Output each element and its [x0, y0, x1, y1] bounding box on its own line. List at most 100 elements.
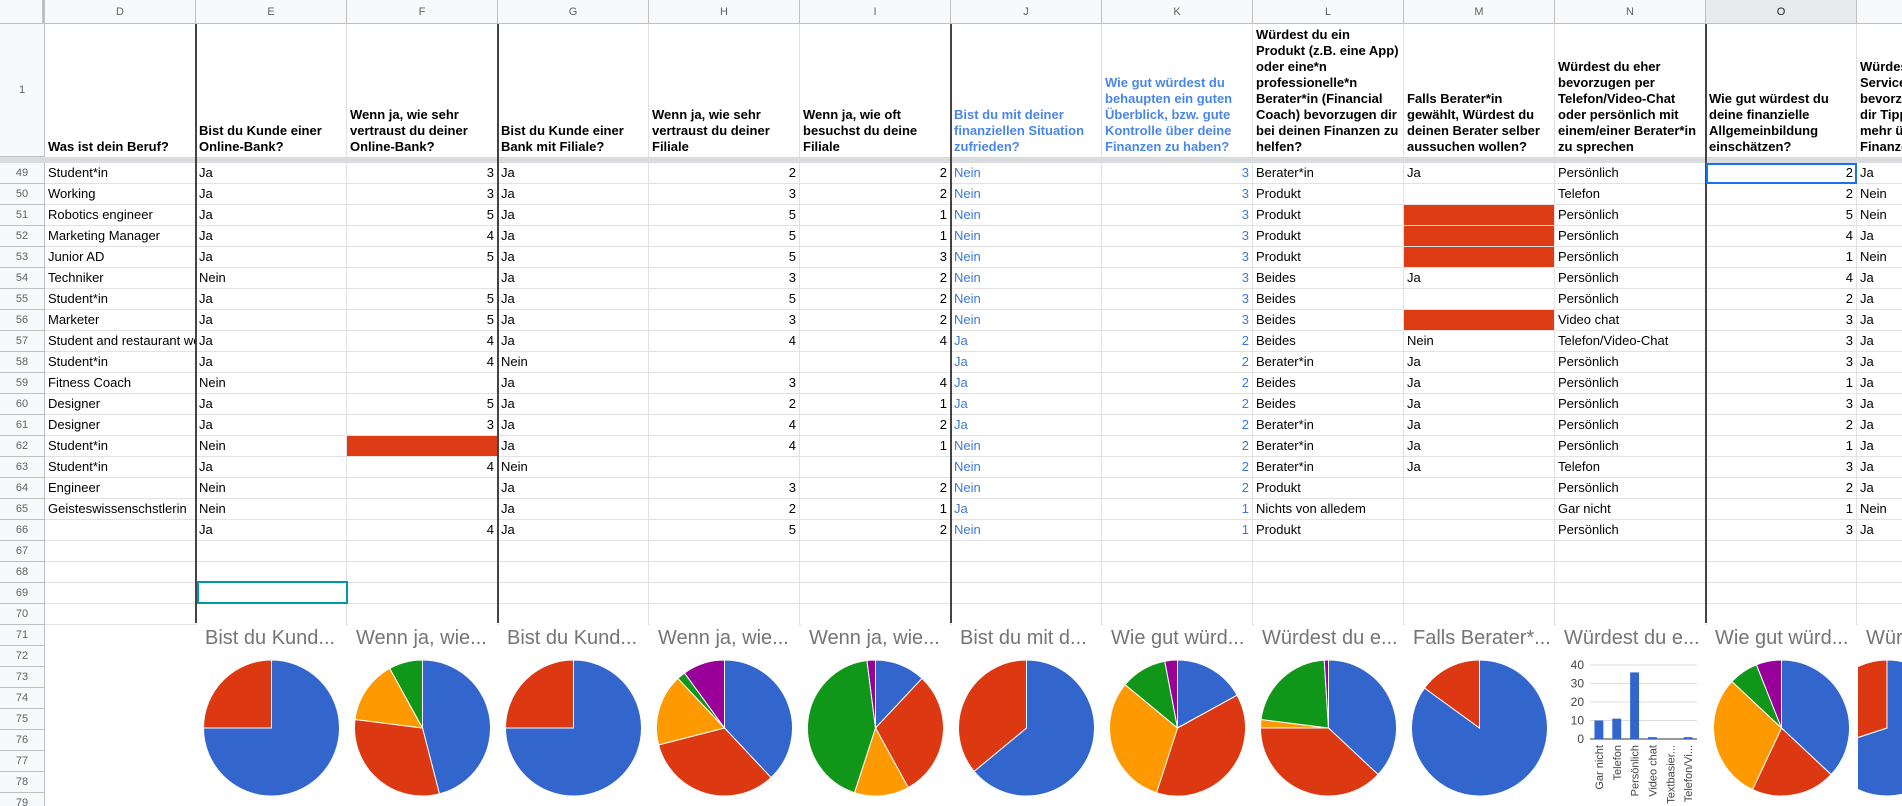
cell[interactable] — [800, 541, 951, 562]
cell[interactable]: 3 — [1706, 457, 1857, 478]
cell[interactable] — [1706, 604, 1857, 625]
cell[interactable]: Ja — [1857, 394, 1902, 415]
cell[interactable]: 2 — [800, 268, 951, 289]
cell[interactable]: Persönlich — [1555, 226, 1706, 247]
cell[interactable]: Ja — [196, 331, 347, 352]
cell[interactable]: Nein — [951, 184, 1102, 205]
cell[interactable]: 2 — [1102, 373, 1253, 394]
cell[interactable]: Persönlich — [1555, 415, 1706, 436]
header-cell-O[interactable]: Wie gut würdest du deine finanzielle All… — [1706, 24, 1857, 157]
cell[interactable]: 2 — [649, 163, 800, 184]
cell[interactable]: Produkt — [1253, 205, 1404, 226]
cell[interactable]: Nein — [951, 457, 1102, 478]
cell[interactable] — [1555, 583, 1706, 604]
row-header[interactable]: 62 — [0, 436, 45, 457]
cell[interactable]: 2 — [800, 163, 951, 184]
cell[interactable]: 3 — [649, 310, 800, 331]
cell[interactable]: 2 — [1102, 415, 1253, 436]
pie-slice[interactable] — [504, 659, 574, 729]
row-header[interactable]: 78 — [0, 772, 45, 793]
header-cell-L[interactable]: Würdest du ein Produkt (z.B. eine App) o… — [1253, 24, 1404, 157]
cell[interactable]: 3 — [1102, 268, 1253, 289]
cell[interactable] — [649, 352, 800, 373]
cell[interactable]: Beides — [1253, 331, 1404, 352]
cell[interactable]: Nein — [1857, 205, 1902, 226]
row-header[interactable]: 50 — [0, 184, 45, 205]
cell[interactable]: 2 — [1706, 184, 1857, 205]
cell[interactable]: Ja — [498, 520, 649, 541]
cell[interactable] — [1253, 562, 1404, 583]
row-header[interactable]: 71 — [0, 625, 45, 646]
cell[interactable]: Ja — [1857, 163, 1902, 184]
cell[interactable]: Ja — [1857, 478, 1902, 499]
cell[interactable]: 2 — [800, 415, 951, 436]
cell[interactable] — [1404, 583, 1555, 604]
cell[interactable]: Persönlich — [1555, 268, 1706, 289]
active-cell-selection[interactable] — [1706, 163, 1857, 184]
cell[interactable] — [1857, 604, 1902, 625]
cell[interactable]: Persönlich — [1555, 373, 1706, 394]
cell[interactable] — [649, 457, 800, 478]
cell[interactable]: 1 — [800, 205, 951, 226]
cell[interactable]: Ja — [1857, 289, 1902, 310]
cell[interactable]: Working — [45, 184, 196, 205]
column-header-H[interactable]: H — [649, 0, 800, 24]
cell[interactable] — [1102, 541, 1253, 562]
row-header[interactable]: 53 — [0, 247, 45, 268]
cell[interactable]: Ja — [1857, 331, 1902, 352]
chart-10[interactable]: Wie gut würd... — [1707, 623, 1856, 806]
cell[interactable]: 2 — [1706, 415, 1857, 436]
header-cell-F[interactable]: Wenn ja, wie sehr vertraust du deiner On… — [347, 24, 498, 157]
cell[interactable] — [1404, 289, 1555, 310]
cell[interactable]: Beides — [1253, 289, 1404, 310]
cell[interactable]: Ja — [498, 436, 649, 457]
cell[interactable] — [1404, 226, 1555, 247]
cell[interactable]: Ja — [196, 394, 347, 415]
cell[interactable]: 3 — [1102, 310, 1253, 331]
cell[interactable]: Berater*in — [1253, 352, 1404, 373]
cell[interactable]: 5 — [347, 310, 498, 331]
cell[interactable] — [1404, 310, 1555, 331]
cell[interactable]: Nein — [1404, 331, 1555, 352]
chart-3[interactable]: Wenn ja, wie... — [650, 623, 799, 806]
cell[interactable] — [649, 562, 800, 583]
cell[interactable]: Nein — [951, 289, 1102, 310]
cell[interactable]: 4 — [1706, 268, 1857, 289]
cell[interactable]: Beides — [1253, 268, 1404, 289]
cell[interactable]: Produkt — [1253, 520, 1404, 541]
cell[interactable]: Ja — [196, 247, 347, 268]
cell[interactable]: 4 — [347, 226, 498, 247]
cell[interactable]: Ja — [951, 394, 1102, 415]
row-header[interactable]: 58 — [0, 352, 45, 373]
cell[interactable]: Berater*in — [1253, 415, 1404, 436]
cell[interactable] — [1102, 583, 1253, 604]
cell[interactable]: Ja — [1857, 352, 1902, 373]
cell[interactable]: 2 — [1102, 394, 1253, 415]
cell[interactable]: Persönlich — [1555, 478, 1706, 499]
cell[interactable]: Ja — [951, 352, 1102, 373]
header-cell-K[interactable]: Wie gut würdest du behaupten ein guten Ü… — [1102, 24, 1253, 157]
cell[interactable] — [1253, 541, 1404, 562]
cell[interactable]: Ja — [498, 247, 649, 268]
header-cell-J[interactable]: Bist du mit deiner finanziellen Situatio… — [951, 24, 1102, 157]
cell[interactable]: 1 — [1706, 373, 1857, 394]
cell[interactable] — [649, 604, 800, 625]
cell[interactable] — [347, 499, 498, 520]
cell[interactable]: 4 — [1706, 226, 1857, 247]
cell[interactable]: Persönlich — [1555, 289, 1706, 310]
column-header-G[interactable]: G — [498, 0, 649, 24]
cell[interactable]: 3 — [1102, 289, 1253, 310]
cell[interactable]: 5 — [649, 247, 800, 268]
row-header[interactable]: 74 — [0, 688, 45, 709]
row-header[interactable]: 73 — [0, 667, 45, 688]
cell[interactable]: 3 — [649, 184, 800, 205]
cell[interactable]: Junior AD — [45, 247, 196, 268]
cell[interactable]: Nein — [1857, 184, 1902, 205]
row-header[interactable]: 70 — [0, 604, 45, 625]
cell[interactable]: Video chat — [1555, 310, 1706, 331]
cell[interactable] — [1404, 541, 1555, 562]
cell[interactable]: Marketing Manager — [45, 226, 196, 247]
row-header[interactable]: 68 — [0, 562, 45, 583]
cell[interactable]: Designer — [45, 415, 196, 436]
cell[interactable] — [1555, 604, 1706, 625]
